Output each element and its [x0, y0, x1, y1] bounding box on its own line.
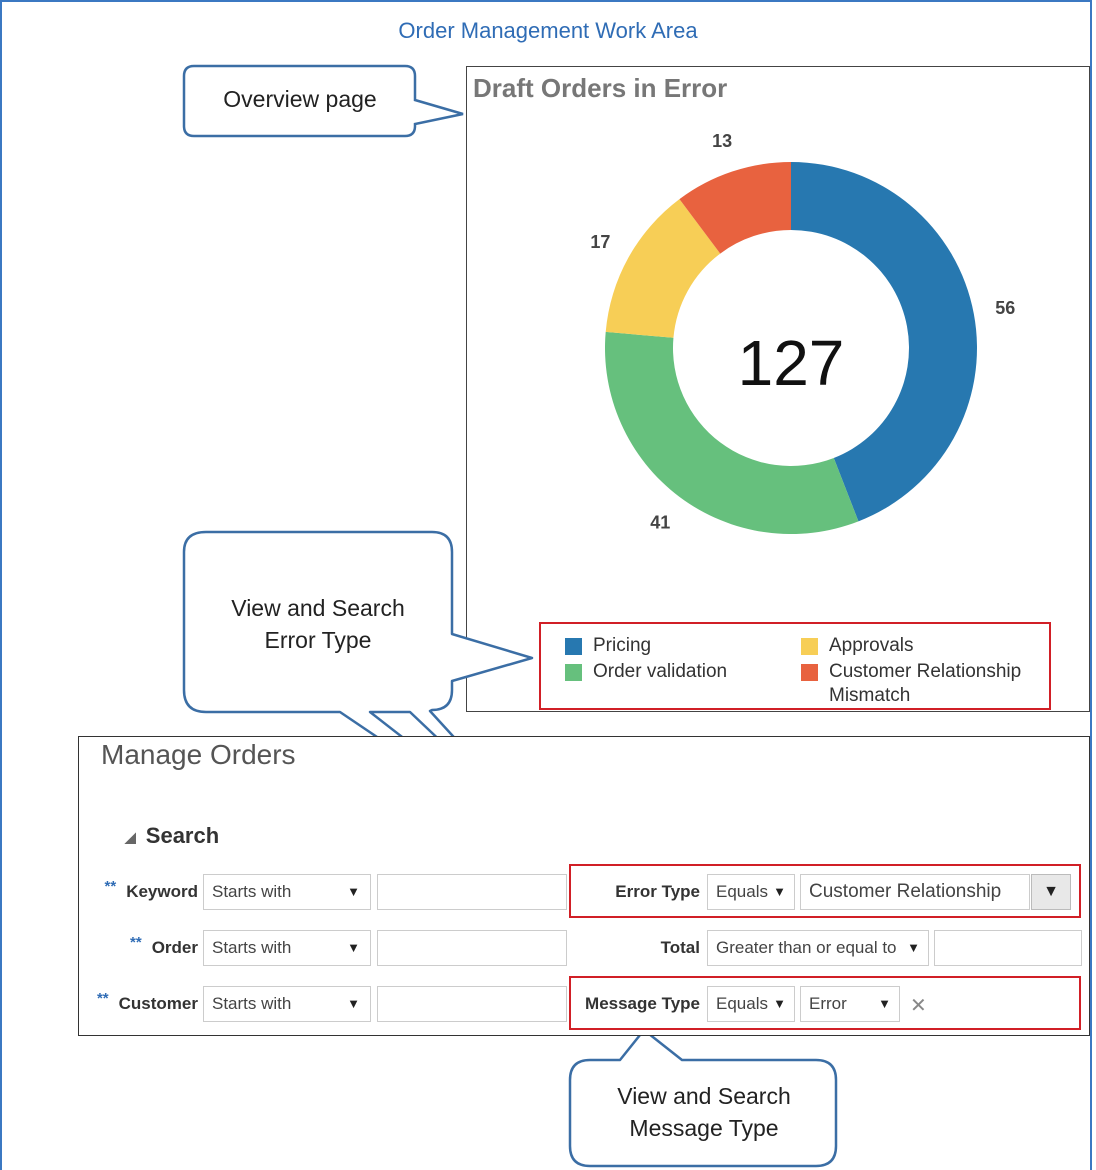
message-type-callout-line1: View and Search [617, 1083, 791, 1109]
total-input[interactable] [934, 930, 1082, 966]
error-type-callout: View and Search Error Type [190, 592, 446, 656]
search-section-header[interactable]: ◢ Search [125, 823, 219, 849]
legend-swatch [565, 638, 582, 655]
page-title[interactable]: Order Management Work Area [0, 18, 1096, 44]
keyword-label: ** Keyword [90, 878, 198, 902]
dropdown-arrow-icon: ▼ [907, 940, 920, 955]
chart-title: Draft Orders in Error [473, 73, 728, 103]
dropdown-arrow-icon: ▼ [347, 884, 360, 899]
dropdown-arrow-icon: ▼ [773, 996, 786, 1011]
message-type-operator-select[interactable]: Equals ▼ [707, 986, 795, 1022]
customer-label: ** Customer [80, 990, 198, 1014]
error-type-callout-line2: Error Type [264, 627, 372, 653]
legend-swatch [565, 664, 582, 681]
legend-label-line2: Mismatch [829, 685, 911, 706]
dropdown-arrow-icon: ▼ [347, 996, 360, 1011]
message-type-value: Error [809, 994, 847, 1013]
keyword-input[interactable] [377, 874, 567, 910]
message-type-operator-value: Equals [716, 994, 768, 1013]
order-label: ** Order [90, 934, 198, 958]
error-type-operator-select[interactable]: Equals ▼ [707, 874, 795, 910]
collapse-triangle-icon[interactable]: ◢ [125, 829, 136, 846]
search-section-label: Search [145, 823, 220, 848]
legend-label: Customer Relationship [829, 661, 1022, 682]
chart-legend: Pricing Order validation Approvals Custo… [539, 622, 1051, 710]
dropdown-arrow-icon: ▼ [773, 884, 786, 899]
legend-label: Order validation [593, 661, 728, 682]
error-type-label: Error Type [615, 882, 700, 901]
message-type-callout: View and Search Message Type [574, 1080, 834, 1144]
dropdown-arrow-icon: ▼ [347, 940, 360, 955]
error-type-dropdown-button[interactable]: ▼ [1031, 874, 1071, 910]
customer-operator-value: Starts with [212, 994, 292, 1013]
legend-label: Approvals [829, 635, 914, 656]
required-marker: ** [104, 878, 117, 895]
customer-label-text: Customer [118, 994, 198, 1013]
customer-operator-select[interactable]: Starts with ▼ [203, 986, 371, 1022]
message-type-value-select[interactable]: Error ▼ [800, 986, 900, 1022]
order-operator-value: Starts with [212, 938, 292, 957]
keyword-operator-select[interactable]: Starts with ▼ [203, 874, 371, 910]
required-marker: ** [130, 934, 142, 951]
error-type-value: Customer Relationship [809, 881, 1002, 902]
overview-callout-text: Overview page [223, 86, 377, 112]
keyword-label-text: Keyword [126, 882, 198, 901]
draft-orders-chart-panel: Draft Orders in Error [466, 66, 1090, 712]
overview-callout: Overview page [190, 86, 410, 113]
order-input[interactable] [377, 930, 567, 966]
message-type-label: Message Type [585, 994, 700, 1013]
manage-orders-title: Manage Orders [101, 739, 296, 770]
total-operator-value: Greater than or equal to [716, 938, 897, 957]
clear-icon[interactable]: ✕ [910, 993, 927, 1018]
total-operator-select[interactable]: Greater than or equal to ▼ [707, 930, 929, 966]
customer-input[interactable] [377, 986, 567, 1022]
message-type-callout-line2: Message Type [629, 1115, 779, 1141]
order-label-text: Order [151, 938, 198, 957]
error-type-operator-value: Equals [716, 882, 768, 901]
order-operator-select[interactable]: Starts with ▼ [203, 930, 371, 966]
keyword-operator-value: Starts with [212, 882, 292, 901]
legend-swatch [801, 638, 818, 655]
required-marker: ** [96, 990, 109, 1007]
error-type-callout-line1: View and Search [231, 595, 405, 621]
error-type-value-field[interactable]: Customer Relationship [800, 874, 1030, 910]
dropdown-arrow-icon: ▼ [878, 996, 891, 1011]
legend-label: Pricing [593, 635, 652, 656]
legend-swatch [801, 664, 818, 681]
total-label: Total [660, 938, 700, 957]
